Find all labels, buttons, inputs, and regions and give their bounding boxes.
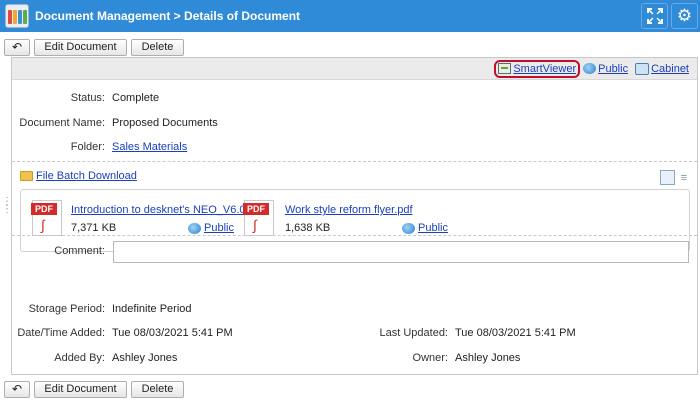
divider — [12, 235, 697, 236]
public-globe-icon — [583, 63, 597, 74]
edit-document-button[interactable]: Edit Document — [34, 380, 127, 398]
added-by-row: Added By: Ashley Jones — [12, 352, 177, 364]
back-button[interactable]: ↶ — [4, 38, 30, 56]
owner-label: Owner: — [412, 352, 448, 364]
file-batch-download[interactable]: File Batch Download — [20, 170, 137, 182]
folder-label: Folder: — [70, 141, 105, 153]
pdf-file-icon[interactable]: PDF ∫ — [31, 200, 62, 236]
comment-field[interactable] — [113, 241, 689, 263]
delete-button[interactable]: Delete — [131, 380, 184, 398]
panel-header: SmartViewer Public Cabinet — [12, 58, 697, 80]
cabinet-icon — [635, 62, 650, 75]
storage-period-value: Indefinite Period — [112, 303, 192, 315]
app-grid-icon — [5, 4, 29, 28]
date-added-label: Date/Time Added: — [17, 327, 105, 339]
attachment-visibility-link-1[interactable]: Public — [204, 222, 234, 234]
smartviewer-icon — [498, 63, 512, 74]
smartviewer-label[interactable]: SmartViewer — [513, 63, 576, 75]
pdf-badge: PDF — [31, 203, 57, 215]
last-updated-row: Last Updated: Tue 08/03/2021 5:41 PM — [342, 327, 576, 339]
view-toggle: ≡ — [659, 170, 687, 185]
attachment-visibility-link-2[interactable]: Public — [418, 222, 448, 234]
pdf-file-icon[interactable]: PDF ∫ — [243, 200, 274, 236]
date-added-row: Date/Time Added: Tue 08/03/2021 5:41 PM — [12, 327, 233, 339]
document-name-row: Document Name: Proposed Documents — [12, 117, 218, 129]
pdf-symbol-icon: ∫ — [41, 217, 45, 233]
owner-value: Ashley Jones — [455, 352, 521, 364]
owner-row: Owner: Ashley Jones — [342, 352, 521, 364]
document-details-panel: SmartViewer Public Cabinet Status: Compl… — [11, 57, 698, 375]
back-arrow-icon: ↶ — [11, 382, 23, 396]
comment-row: Comment: — [12, 245, 105, 257]
folder-link[interactable]: Sales Materials — [112, 141, 187, 153]
added-by-label: Added By: — [54, 352, 105, 364]
public-label[interactable]: Public — [598, 63, 628, 75]
file-batch-download-link[interactable]: File Batch Download — [36, 170, 137, 182]
smartviewer-link[interactable]: SmartViewer — [494, 59, 581, 78]
page-title: Document Management > Details of Documen… — [35, 9, 301, 23]
fullscreen-icon — [646, 8, 663, 24]
status-value: Complete — [112, 92, 160, 104]
list-view-icon[interactable]: ≡ — [681, 172, 687, 184]
document-name-label: Document Name: — [19, 117, 105, 129]
storage-period-label: Storage Period: — [28, 303, 105, 315]
attachment-visibility-1[interactable]: Public — [188, 222, 234, 234]
resize-handle-icon[interactable]: ⋮ ⋮ ⋮ — [2, 197, 12, 215]
document-name-value: Proposed Documents — [112, 117, 218, 129]
top-toolbar: ↶ Edit Document Delete — [0, 36, 700, 58]
cabinet-label[interactable]: Cabinet — [651, 63, 689, 75]
status-label: Status: — [70, 92, 105, 104]
storage-period-row: Storage Period: Indefinite Period — [12, 303, 192, 315]
pdf-badge: PDF — [243, 203, 269, 215]
cabinet-link[interactable]: Cabinet — [635, 62, 689, 75]
fullscreen-button[interactable] — [641, 3, 668, 29]
status-row: Status: Complete — [12, 92, 159, 104]
date-added-value: Tue 08/03/2021 5:41 PM — [112, 327, 233, 339]
delete-button[interactable]: Delete — [131, 38, 184, 56]
attachment-visibility-2[interactable]: Public — [402, 222, 448, 234]
back-button[interactable]: ↶ — [4, 380, 30, 398]
settings-button[interactable]: ⚙ — [671, 3, 698, 29]
last-updated-label: Last Updated: — [379, 327, 449, 339]
pdf-symbol-icon: ∫ — [253, 217, 257, 233]
edit-document-button[interactable]: Edit Document — [34, 38, 127, 56]
folder-row: Folder: Sales Materials — [12, 141, 187, 153]
attachment-link-1[interactable]: Introduction to desknet's NEO_V6.0 ... — [71, 204, 258, 216]
divider — [12, 161, 697, 162]
attachment-size-1: 7,371 KB — [71, 222, 117, 234]
thumbnail-view-icon[interactable] — [659, 170, 675, 185]
gear-icon: ⚙ — [676, 6, 693, 25]
added-by-value: Ashley Jones — [112, 352, 178, 364]
attachment-size-2: 1,638 KB — [285, 222, 331, 234]
public-globe-icon — [188, 222, 201, 234]
comment-label: Comment: — [54, 245, 105, 257]
title-bar: Document Management > Details of Documen… — [0, 0, 700, 32]
folder-icon — [20, 171, 33, 181]
public-link[interactable]: Public — [583, 63, 628, 75]
attachment-link-2[interactable]: Work style reform flyer.pdf — [285, 204, 413, 216]
bottom-toolbar: ↶ Edit Document Delete — [0, 378, 700, 400]
back-arrow-icon: ↶ — [11, 40, 23, 54]
public-globe-icon — [402, 222, 415, 234]
last-updated-value: Tue 08/03/2021 5:41 PM — [455, 327, 576, 339]
